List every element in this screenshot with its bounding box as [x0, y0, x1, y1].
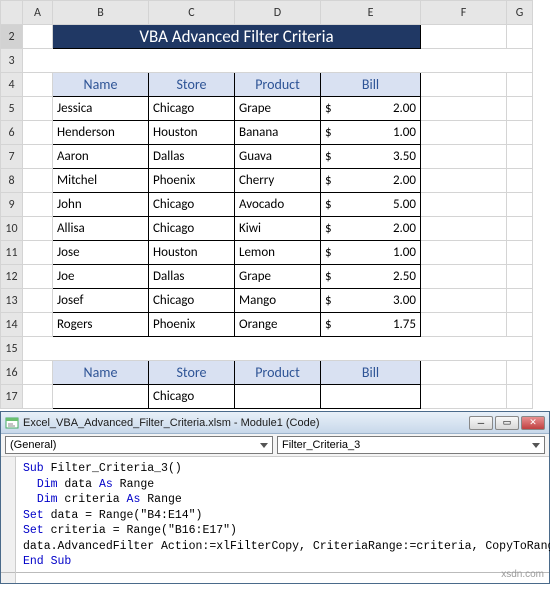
page-title: VBA Advanced Filter Criteria	[53, 25, 421, 49]
table-cell[interactable]: Henderson	[53, 121, 149, 145]
col-header[interactable]: A	[23, 1, 53, 25]
row-header[interactable]: 12	[1, 265, 23, 289]
table-cell[interactable]: Chicago	[149, 217, 235, 241]
table-cell[interactable]: John	[53, 193, 149, 217]
row-header[interactable]: 15	[1, 337, 23, 361]
table-cell[interactable]: Mitchel	[53, 169, 149, 193]
row-header[interactable]: 11	[1, 241, 23, 265]
table-cell[interactable]: Mango	[235, 289, 321, 313]
row-header[interactable]: 8	[1, 169, 23, 193]
criteria-cell[interactable]	[321, 385, 421, 409]
table-cell[interactable]: Phoenix	[149, 169, 235, 193]
table-header: Product	[235, 73, 321, 97]
criteria-header: Store	[149, 361, 235, 385]
row-header[interactable]: 13	[1, 289, 23, 313]
table-cell[interactable]: Cherry	[235, 169, 321, 193]
watermark: xsdn.com	[501, 569, 544, 580]
select-all-corner[interactable]	[1, 1, 23, 25]
criteria-header: Product	[235, 361, 321, 385]
criteria-header: Name	[53, 361, 149, 385]
table-cell[interactable]: Avocado	[235, 193, 321, 217]
spreadsheet: A B C D E F G 2 VBA Advanced Filter Crit…	[0, 0, 550, 409]
col-header[interactable]: C	[149, 1, 235, 25]
table-cell[interactable]: $1.75	[321, 313, 421, 337]
table-header: Bill	[321, 73, 421, 97]
vbe-titlebar[interactable]: Excel_VBA_Advanced_Filter_Criteria.xlsm …	[1, 412, 549, 434]
row-header[interactable]: 2	[1, 25, 23, 49]
table-cell[interactable]: $2.00	[321, 97, 421, 121]
table-cell[interactable]: Aaron	[53, 145, 149, 169]
minimize-button[interactable]: ─	[469, 416, 493, 430]
table-cell[interactable]: Lemon	[235, 241, 321, 265]
table-cell[interactable]: Grape	[235, 265, 321, 289]
row-header[interactable]: 9	[1, 193, 23, 217]
table-cell[interactable]: $1.00	[321, 121, 421, 145]
table-cell[interactable]: Jose	[53, 241, 149, 265]
procedure-dropdown[interactable]: Filter_Criteria_3	[277, 436, 545, 454]
criteria-cell[interactable]	[53, 385, 149, 409]
row-header[interactable]: 10	[1, 217, 23, 241]
col-header[interactable]: E	[321, 1, 421, 25]
criteria-header: Bill	[321, 361, 421, 385]
table-cell[interactable]: $1.00	[321, 241, 421, 265]
table-cell[interactable]: $2.00	[321, 169, 421, 193]
criteria-cell[interactable]: Chicago	[149, 385, 235, 409]
row-header[interactable]: 14	[1, 313, 23, 337]
row-header[interactable]: 7	[1, 145, 23, 169]
table-cell[interactable]: Chicago	[149, 193, 235, 217]
table-cell[interactable]: Grape	[235, 97, 321, 121]
criteria-cell[interactable]	[235, 385, 321, 409]
close-button[interactable]: ✕	[521, 416, 545, 430]
row-header[interactable]: 3	[1, 49, 23, 73]
table-cell[interactable]: $3.00	[321, 289, 421, 313]
table-cell[interactable]: Allisa	[53, 217, 149, 241]
vba-module-icon	[5, 416, 19, 430]
object-dropdown[interactable]: (General)	[5, 436, 273, 454]
maximize-button[interactable]: ▭	[495, 416, 519, 430]
table-cell[interactable]: Banana	[235, 121, 321, 145]
table-header: Store	[149, 73, 235, 97]
vbe-title: Excel_VBA_Advanced_Filter_Criteria.xlsm …	[23, 417, 469, 429]
row-header[interactable]: 4	[1, 73, 23, 97]
table-cell[interactable]: Josef	[53, 289, 149, 313]
table-cell[interactable]: Houston	[149, 241, 235, 265]
table-cell[interactable]: Guava	[235, 145, 321, 169]
table-cell[interactable]: $5.00	[321, 193, 421, 217]
table-cell[interactable]: Joe	[53, 265, 149, 289]
col-header[interactable]: B	[53, 1, 149, 25]
table-cell[interactable]: Kiwi	[235, 217, 321, 241]
row-header[interactable]: 6	[1, 121, 23, 145]
table-cell[interactable]: Dallas	[149, 145, 235, 169]
grid[interactable]: A B C D E F G 2 VBA Advanced Filter Crit…	[0, 0, 533, 409]
row-header[interactable]: 5	[1, 97, 23, 121]
table-header: Name	[53, 73, 149, 97]
code-editor[interactable]: Sub Filter_Criteria_3() Dim data As Rang…	[1, 457, 549, 583]
column-headers: A B C D E F G	[1, 1, 533, 25]
table-cell[interactable]: Houston	[149, 121, 235, 145]
row-header[interactable]: 16	[1, 361, 23, 385]
table-cell[interactable]: $3.50	[321, 145, 421, 169]
vbe-window: Excel_VBA_Advanced_Filter_Criteria.xlsm …	[0, 411, 550, 584]
table-cell[interactable]: Chicago	[149, 97, 235, 121]
table-cell[interactable]: Chicago	[149, 289, 235, 313]
table-cell[interactable]: $2.00	[321, 217, 421, 241]
table-cell[interactable]: Dallas	[149, 265, 235, 289]
col-header[interactable]: D	[235, 1, 321, 25]
table-cell[interactable]: Rogers	[53, 313, 149, 337]
row-header[interactable]: 17	[1, 385, 23, 409]
table-cell[interactable]: $2.50	[321, 265, 421, 289]
table-cell[interactable]: Phoenix	[149, 313, 235, 337]
table-cell[interactable]: Jessica	[53, 97, 149, 121]
table-cell[interactable]: Orange	[235, 313, 321, 337]
col-header[interactable]: F	[421, 1, 507, 25]
col-header[interactable]: G	[507, 1, 533, 25]
